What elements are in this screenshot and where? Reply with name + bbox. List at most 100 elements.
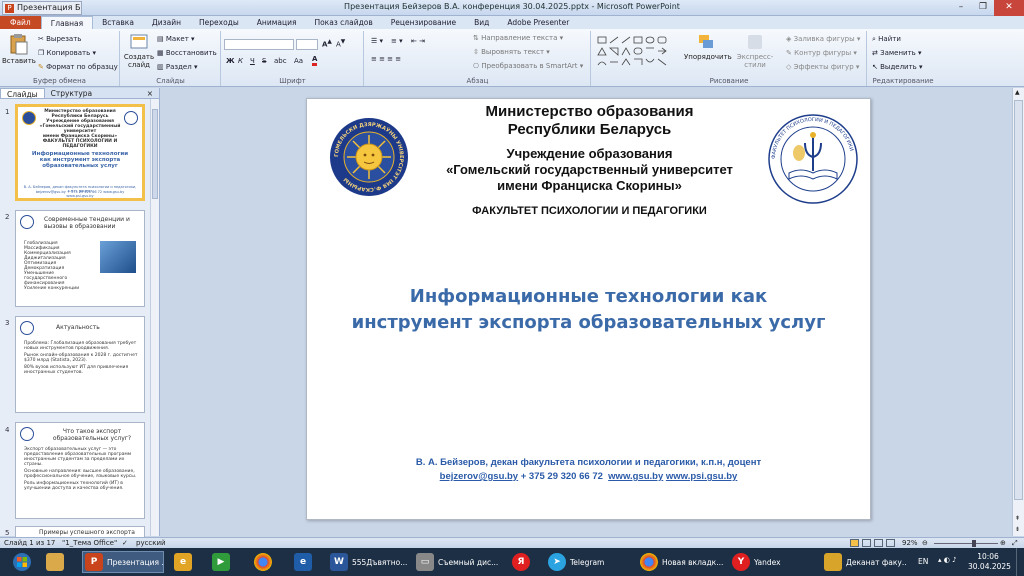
taskbar-removable-disk[interactable]: ▭ Съемный дис... [414,551,502,573]
tab-review[interactable]: Рецензирование [382,16,465,29]
taskbar-player[interactable]: ▶ [210,551,238,573]
font-name-input[interactable] [224,39,294,50]
spellcheck-icon[interactable]: ✓ [122,538,128,548]
replace-icon: ⇄ [872,49,878,57]
panel-scroll-thumb[interactable] [152,109,158,199]
change-case-button[interactable]: Aa [294,57,303,65]
close-icon[interactable]: ✕ [994,0,1024,16]
taskbar-telegram[interactable]: ➤ Telegram [546,551,628,573]
slide-thumbnail-1[interactable]: Министерство образования Республики Бела… [15,104,145,201]
underline-button[interactable]: Ч [250,57,255,65]
zoom-slider-thumb[interactable] [971,540,976,547]
quick-styles-button[interactable]: Экспресс-стили [730,33,780,69]
paste-button[interactable]: Вставить [2,33,36,65]
smartart-button[interactable]: ⎔ Преобразовать в SmartArt ▾ [473,62,583,70]
language-indicator[interactable]: русский [136,538,166,548]
zoom-out-icon[interactable]: ⊖ [922,538,928,548]
strikethrough-button[interactable]: S [262,57,266,65]
italic-button[interactable]: К [238,57,243,65]
copy-button[interactable]: ❐ Копировать ▾ [38,49,96,57]
taskbar-chrome-newtab[interactable]: Новая вкладк... [638,551,724,573]
zoom-in-icon[interactable]: ⊕ [1000,538,1006,548]
taskbar-ie2[interactable]: e [292,551,320,573]
panel-scrollbar[interactable] [150,99,159,536]
current-slide[interactable]: ГОМЕЛЬСКИ ДЗЯРЖАЎНЫ УНІВЕРСІТЭТ ІМЯ Ф.СК… [306,98,871,520]
align-text-button[interactable]: ⇳ Выровнять текст ▾ [473,48,550,56]
slide-thumbnail-2[interactable]: Современные тенденции и вызовы в образов… [15,210,145,307]
find-button[interactable]: ⌕ Найти [872,35,901,44]
email-link[interactable]: bejzerov@gsu.by [440,471,518,482]
taskbar-powerpoint[interactable]: P Презентация ... [82,551,164,573]
zoom-slider[interactable] [934,543,998,544]
layout-button[interactable]: ▤ Макет ▾ [157,35,195,43]
keyboard-language[interactable]: EN [918,557,928,566]
taskbar-ie[interactable]: e [172,551,200,573]
reset-button[interactable]: ▦ Восстановить [157,49,217,57]
taskbar-chrome[interactable] [252,551,280,573]
arrange-button[interactable]: Упорядочить [684,33,732,61]
taskbar-dean-office[interactable]: Деканат факу... [822,551,906,573]
cut-button[interactable]: ✂ Вырезать [38,35,81,43]
taskbar-yandex[interactable]: Y Yandex [730,551,812,573]
align-buttons[interactable]: ≡ ≡ ≡ ≡ [371,55,401,63]
taskbar-yandex-browser[interactable]: Я [510,551,538,573]
select-button[interactable]: ↖ Выделить ▾ [872,63,923,71]
reading-view-icon[interactable] [874,539,883,547]
shape-effects-button[interactable]: ◇ Эффекты фигур ▾ [786,63,859,71]
tab-design[interactable]: Дизайн [143,16,190,29]
tab-animation[interactable]: Анимация [248,16,306,29]
minimize-icon[interactable]: – [950,0,972,16]
next-slide-icon[interactable]: ⇟ [1015,526,1020,533]
tab-transitions[interactable]: Переходы [190,16,248,29]
tab-view[interactable]: Вид [465,16,498,29]
scroll-up-icon[interactable]: ▲ [1015,89,1020,96]
slideshow-view-icon[interactable] [886,539,895,547]
taskbar-label: Съемный дис... [438,557,499,567]
font-color-button[interactable]: A [312,55,318,66]
text-direction-button[interactable]: ⇅ Направление текста ▾ [473,34,563,42]
shrink-font-button[interactable]: A▼ [336,39,345,48]
sorter-view-icon[interactable] [862,539,871,547]
start-button[interactable] [2,551,40,573]
faculty-website-link[interactable]: www.psi.gsu.by [666,471,737,482]
replace-button[interactable]: ⇄ Заменить ▾ [872,49,922,57]
format-painter-button[interactable]: ✎ Формат по образцу [38,63,118,71]
zoom-level[interactable]: 92% [902,538,918,548]
shape-fill-button[interactable]: ◈ Заливка фигуры ▾ [786,35,860,43]
normal-view-icon[interactable] [850,539,859,547]
font-size-input[interactable] [296,39,318,50]
editor-scrollbar[interactable]: ▲ ⇞ ⇟ [1012,88,1024,536]
panel-close-icon[interactable]: × [141,88,159,98]
bullets-icon[interactable]: ☰ ▾ [371,37,383,45]
section-button[interactable]: ▥ Раздел ▾ [157,63,197,71]
tab-file[interactable]: Файл [0,16,41,29]
ie-icon: e [174,553,192,571]
taskbar-explorer[interactable] [44,551,66,573]
new-slide-button[interactable]: Создать слайд [123,33,155,69]
prev-slide-icon[interactable]: ⇞ [1015,515,1020,522]
slide-thumbnail-3[interactable]: Актуальность Проблема: Глобализация обра… [15,316,145,413]
website-link[interactable]: www.gsu.by [608,471,663,482]
numbering-icon[interactable]: ≡ ▾ [391,37,403,45]
shapes-gallery-icon[interactable] [596,35,678,71]
tab-outline[interactable]: Структура [45,88,99,98]
slide-thumbnail-4[interactable]: Что такое экспорт образовательных услуг?… [15,422,145,519]
taskbar-word[interactable]: W 555Дъвятно... [328,551,410,573]
clock[interactable]: 10:06 30.04.2025 [968,552,1011,572]
shape-outline-button[interactable]: ✎ Контур фигуры ▾ [786,49,857,57]
indent-icon[interactable]: ⇤ ⇥ [411,37,425,45]
show-desktop-button[interactable] [1016,548,1024,576]
maximize-icon[interactable]: ❐ [972,0,994,16]
view-buttons[interactable] [850,539,895,547]
tab-adobe-presenter[interactable]: Adobe Presenter [498,16,578,29]
tray-icons[interactable]: ▴ ◐ ♪ [938,556,957,564]
shadow-button[interactable]: abc [274,57,287,65]
editor-scroll-thumb[interactable] [1014,100,1023,500]
grow-font-button[interactable]: A▲ [322,39,332,48]
bold-button[interactable]: Ж [226,57,235,65]
tab-insert[interactable]: Вставка [93,16,143,29]
tab-home[interactable]: Главная [40,16,94,29]
tab-slides[interactable]: Слайды [0,88,45,99]
fit-slide-icon[interactable]: ⤢ [1012,538,1018,548]
tab-slideshow[interactable]: Показ слайдов [305,16,381,29]
